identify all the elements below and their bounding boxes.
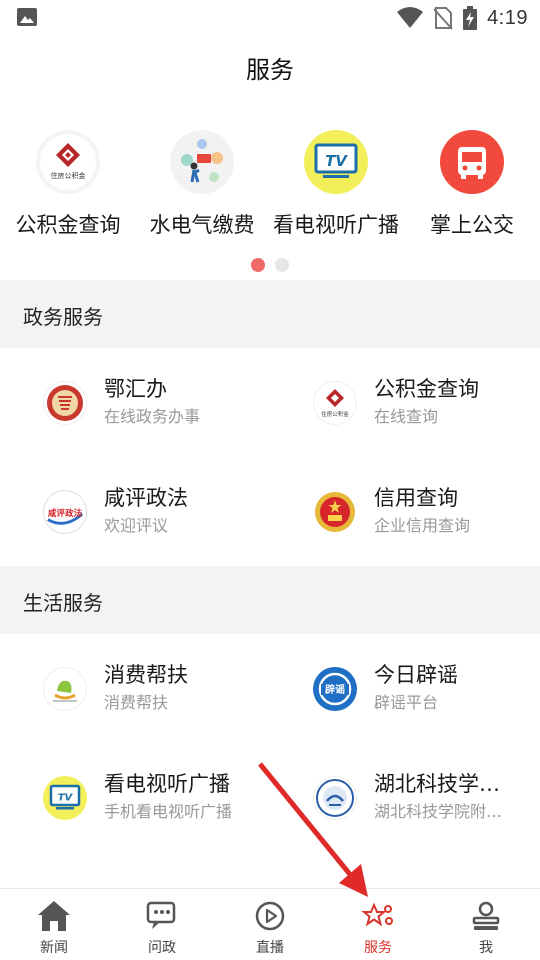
- no-sim-icon: [433, 7, 453, 30]
- service-name: 鄂汇办: [104, 377, 167, 401]
- service-item-consumer-aid[interactable]: 消费帮扶 消费帮扶: [0, 634, 270, 743]
- service-subtitle: 欢迎评议: [104, 516, 169, 535]
- section-header-life: 生活服务: [0, 566, 540, 634]
- national-emblem-icon: [313, 490, 357, 534]
- housing-fund-logo-icon: 住房公积金: [36, 130, 100, 194]
- carousel-pagination: [0, 258, 540, 272]
- nav-tab-inquiry[interactable]: 问政: [108, 889, 216, 960]
- section-title: 政务服务: [23, 305, 103, 329]
- service-name: 公积金查询: [374, 377, 479, 401]
- quick-item-tv[interactable]: TV 看电视听广播: [268, 130, 404, 239]
- nav-tab-news[interactable]: 新闻: [0, 889, 108, 960]
- service-star-icon: [361, 902, 393, 927]
- service-item-hubei-college[interactable]: 湖北科技学… 湖北科技学院附…: [270, 743, 540, 852]
- home-icon: [38, 901, 70, 931]
- quick-item-housing-fund[interactable]: 住房公积金 公积金查询: [0, 130, 136, 239]
- quick-item-label: 公积金查询: [15, 213, 121, 237]
- section-title: 生活服务: [23, 591, 103, 615]
- status-time: 4:19: [487, 6, 528, 29]
- rumor-refute-logo-icon: 辟谣: [313, 667, 357, 711]
- tv-icon: TV: [304, 130, 368, 194]
- quick-item-label: 水电气缴费: [149, 213, 255, 237]
- service-name: 今日辟谣: [374, 663, 458, 687]
- quick-item-utility-payment[interactable]: 水电气缴费: [134, 130, 270, 239]
- quick-service-carousel[interactable]: 住房公积金 公积金查询 水电气缴费 TV 看电视听广播 掌上公交: [0, 130, 540, 240]
- status-bar: 4:19: [0, 0, 540, 36]
- bus-icon: [440, 130, 504, 194]
- service-item-tv[interactable]: TV 看电视听广播 手机看电视听广播: [0, 743, 270, 852]
- service-name: 湖北科技学…: [374, 772, 500, 796]
- carousel-dot-active[interactable]: [251, 258, 265, 272]
- page-title: 服务: [246, 56, 294, 84]
- service-subtitle: 在线政务办事: [104, 407, 201, 426]
- svg-text:TV: TV: [58, 793, 74, 804]
- svg-text:住房公积金: 住房公积金: [321, 410, 349, 418]
- service-subtitle: 企业信用查询: [374, 516, 471, 535]
- svg-text:住房公积金: 住房公积金: [51, 171, 86, 180]
- ehuiban-logo-icon: [43, 381, 87, 425]
- nav-tab-live[interactable]: 直播: [216, 889, 324, 960]
- service-subtitle: 手机看电视听广播: [104, 802, 233, 821]
- play-icon: [255, 901, 285, 931]
- wifi-icon: [397, 7, 424, 28]
- service-name: 信用查询: [374, 486, 458, 510]
- profile-icon: [472, 901, 500, 930]
- service-item-ehuiban[interactable]: 鄂汇办 在线政务办事: [0, 348, 270, 457]
- service-item-housing-fund[interactable]: 住房公积金 公积金查询 在线查询: [270, 348, 540, 457]
- service-item-xianping[interactable]: 咸评政法 咸评政法 欢迎评议: [0, 457, 270, 566]
- service-subtitle: 在线查询: [374, 407, 439, 426]
- service-name: 消费帮扶: [104, 663, 188, 687]
- nav-label: 问政: [148, 940, 176, 956]
- svg-text:咸评政法: 咸评政法: [48, 507, 83, 519]
- nav-tab-me[interactable]: 我: [432, 889, 540, 960]
- xianping-logo-icon: 咸评政法: [43, 490, 87, 534]
- service-name: 咸评政法: [104, 486, 188, 510]
- bottom-navigation: 新闻 问政 直播 服务 我: [0, 888, 540, 960]
- service-name: 看电视听广播: [104, 772, 230, 796]
- battery-charging-icon: [463, 6, 478, 30]
- service-subtitle: 辟谣平台: [374, 693, 439, 712]
- housing-fund-logo-icon: 住房公积金: [313, 381, 357, 425]
- quick-item-bus[interactable]: 掌上公交: [404, 130, 540, 239]
- nav-tab-services[interactable]: 服务: [324, 889, 432, 960]
- nav-label: 我: [479, 940, 493, 956]
- chat-icon: [146, 901, 176, 929]
- section-header-government: 政务服务: [0, 280, 540, 348]
- hubei-college-logo-icon: [313, 776, 357, 820]
- nav-label: 服务: [364, 940, 392, 956]
- svg-text:辟谣: 辟谣: [324, 683, 345, 696]
- service-item-rumor-refute[interactable]: 辟谣 今日辟谣 辟谣平台: [270, 634, 540, 743]
- carousel-dot[interactable]: [275, 258, 289, 272]
- nav-label: 新闻: [40, 940, 68, 956]
- quick-item-label: 掌上公交: [430, 213, 514, 237]
- service-subtitle: 消费帮扶: [104, 693, 169, 712]
- tv-icon: TV: [43, 776, 87, 820]
- image-notification-icon: [17, 8, 37, 26]
- svg-text:TV: TV: [325, 152, 348, 170]
- nav-label: 直播: [256, 940, 284, 956]
- service-subtitle: 湖北科技学院附…: [374, 802, 503, 821]
- quick-item-label: 看电视听广播: [273, 213, 399, 237]
- utility-payment-icon: [170, 130, 234, 194]
- consumer-aid-logo-icon: [43, 667, 87, 711]
- service-item-credit[interactable]: 信用查询 企业信用查询: [270, 457, 540, 566]
